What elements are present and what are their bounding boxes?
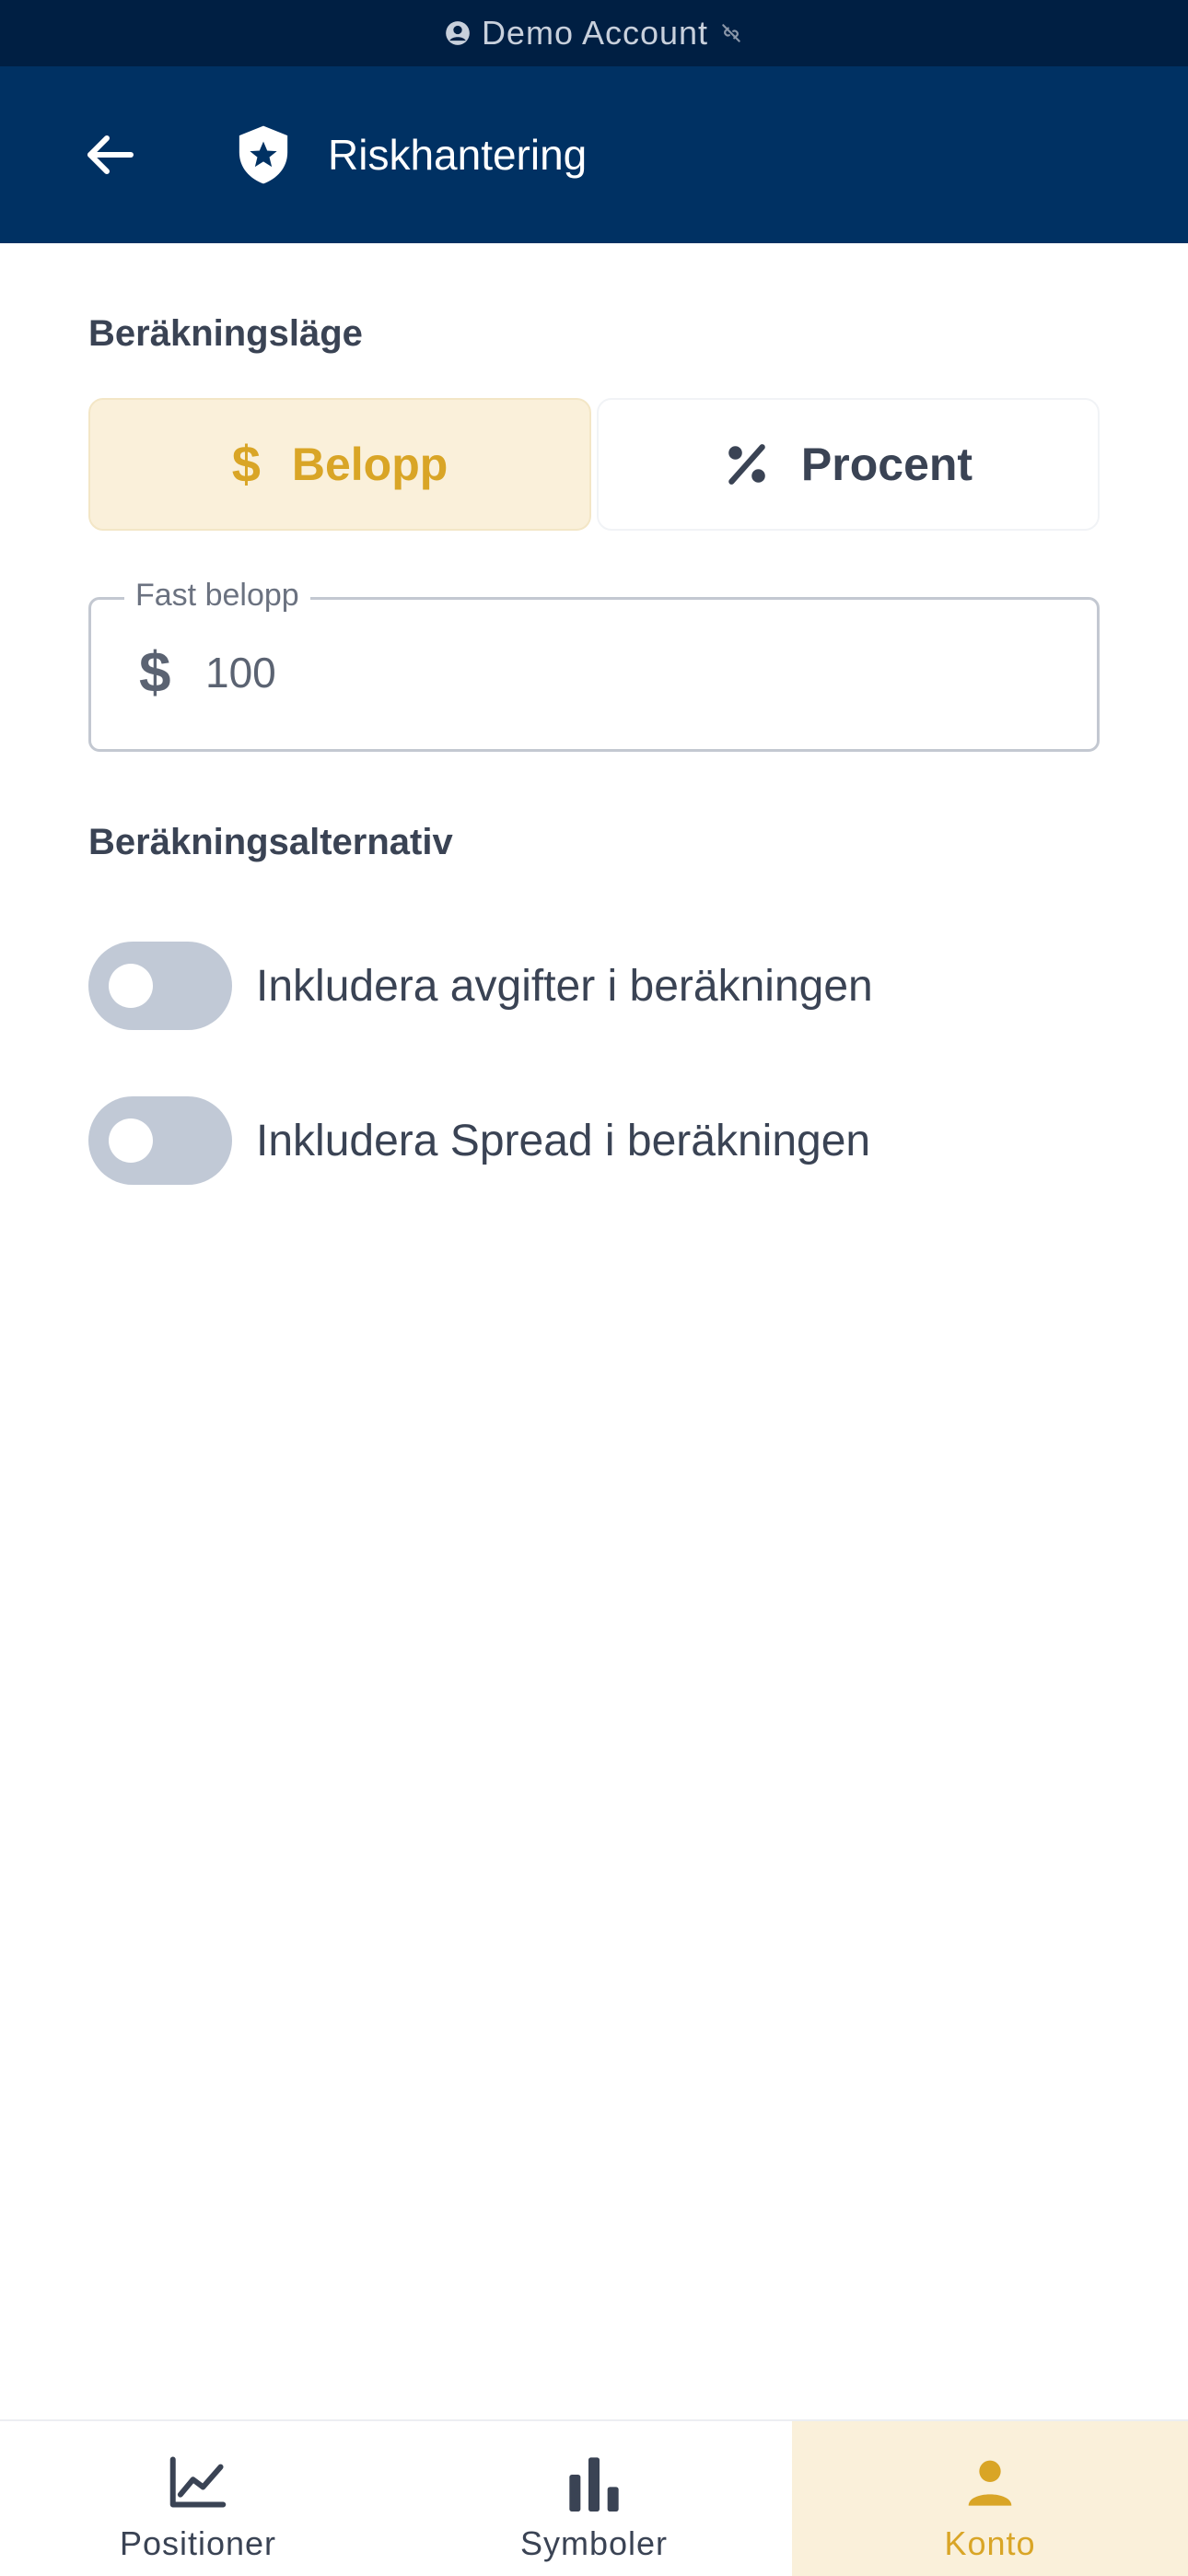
status-bar: Demo Account — [0, 0, 1188, 66]
nav-symbols[interactable]: Symboler — [396, 2421, 792, 2576]
include-fees-label: Inkludera avgifter i beräkningen — [256, 961, 873, 1011]
app-bar: Riskhantering — [0, 66, 1188, 243]
person-icon — [968, 2460, 1012, 2506]
toggle-row-fees: Inkludera avgifter i beräkningen — [88, 942, 1100, 1030]
page-title: Riskhantering — [328, 131, 588, 179]
nav-positions-label: Positioner — [119, 2524, 277, 2562]
toggle-knob — [109, 1118, 153, 1163]
include-spread-label: Inkludera Spread i beräkningen — [256, 1116, 871, 1165]
percent-icon — [728, 444, 765, 485]
nav-account[interactable]: Konto — [792, 2421, 1188, 2576]
account-circle-icon — [446, 21, 470, 45]
mode-amount-button[interactable]: $ Belopp — [88, 398, 591, 531]
mode-percent-button[interactable]: Procent — [597, 398, 1100, 531]
nav-positions[interactable]: Positioner — [0, 2421, 396, 2576]
link-off-icon — [722, 24, 740, 42]
fixed-amount-field[interactable]: Fast belopp $ 100 — [88, 578, 1100, 752]
calc-options-title: Beräkningsalternativ — [88, 822, 453, 862]
bottom-nav: Positioner Symboler Konto — [0, 2419, 1188, 2576]
bar-chart-icon — [569, 2457, 619, 2512]
fixed-amount-input[interactable]: 100 — [205, 648, 276, 697]
nav-account-label: Konto — [944, 2524, 1036, 2562]
toggle-row-spread: Inkludera Spread i beräkningen — [88, 1096, 1100, 1185]
dollar-prefix-icon: $ — [139, 641, 171, 705]
nav-symbols-label: Symboler — [519, 2524, 669, 2562]
chart-line-icon — [169, 2456, 227, 2508]
calc-mode-title: Beräkningsläge — [88, 313, 363, 354]
include-fees-toggle[interactable] — [88, 942, 232, 1030]
fixed-amount-label: Fast belopp — [124, 578, 310, 614]
shield-star-icon — [239, 125, 288, 184]
include-spread-toggle[interactable] — [88, 1096, 232, 1185]
dollar-icon: $ — [231, 435, 261, 493]
calc-mode-segmented-control: $ Belopp Procent — [88, 398, 1100, 531]
toggle-knob — [109, 964, 153, 1008]
back-button[interactable] — [76, 120, 146, 190]
mode-amount-label: Belopp — [291, 439, 448, 490]
status-account-label: Demo Account — [481, 14, 709, 52]
mode-percent-label: Procent — [800, 439, 973, 490]
arrow-left-icon — [87, 135, 134, 174]
